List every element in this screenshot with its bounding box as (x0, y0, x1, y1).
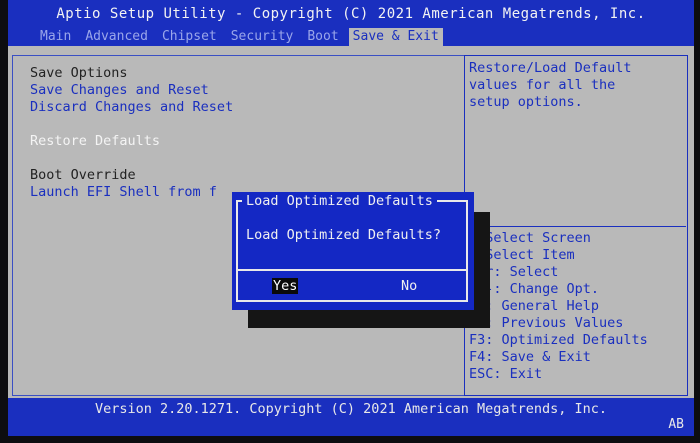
dialog-title: Load Optimized Defaults (242, 192, 437, 210)
footer-bar: Version 2.20.1271. Copyright (C) 2021 Am… (8, 398, 694, 436)
save-changes-reset-item[interactable]: Save Changes and Reset (30, 82, 209, 99)
load-defaults-dialog: Load Optimized Defaults Load Optimized D… (232, 192, 474, 310)
dialog-separator (236, 269, 468, 271)
tab-save-exit[interactable]: Save & Exit (348, 28, 443, 46)
tab-boot[interactable]: Boot (303, 28, 342, 46)
help-description: Restore/Load Default values for all the … (469, 60, 632, 110)
key-optimized-defaults: F3: Optimized Defaults (469, 332, 648, 348)
yes-button[interactable]: Yes (272, 278, 299, 294)
key-save-exit: F4: Save & Exit (469, 349, 591, 365)
boot-override-heading: Boot Override (30, 167, 136, 183)
bios-screen: Aptio Setup Utility - Copyright (C) 2021… (8, 0, 694, 436)
tab-bar: Main Advanced Chipset Security Boot Save… (36, 28, 443, 46)
tab-security[interactable]: Security (227, 28, 298, 46)
dialog-border (236, 200, 468, 302)
no-button[interactable]: No (400, 278, 418, 294)
status-indicator: AB (668, 417, 684, 432)
key-previous-values: F2: Previous Values (469, 315, 624, 331)
key-enter-select: ter: Select (469, 264, 559, 280)
key-general-help: F1: General Help (469, 298, 600, 314)
key-legend: : Select Screen : Select Item ter: Selec… (469, 230, 684, 383)
key-select-screen: : Select Screen (469, 230, 591, 246)
key-exit: ESC: Exit (469, 366, 543, 382)
tab-chipset[interactable]: Chipset (158, 28, 221, 46)
save-options-heading: Save Options (30, 65, 128, 81)
tab-advanced[interactable]: Advanced (81, 28, 152, 46)
restore-defaults-item[interactable]: Restore Defaults (30, 133, 160, 150)
help-separator (464, 226, 686, 227)
launch-efi-shell-item[interactable]: Launch EFI Shell from f (30, 184, 217, 201)
discard-changes-reset-item[interactable]: Discard Changes and Reset (30, 99, 233, 116)
app-title: Aptio Setup Utility - Copyright (C) 2021… (56, 6, 646, 22)
key-change-opt: +/-: Change Opt. (469, 281, 600, 297)
main-content: Save Options Save Changes and Reset Disc… (8, 46, 694, 398)
key-select-item: : Select Item (469, 247, 575, 263)
title-bar: Aptio Setup Utility - Copyright (C) 2021… (8, 0, 694, 46)
tab-main[interactable]: Main (36, 28, 75, 46)
dialog-message: Load Optimized Defaults? (246, 227, 442, 243)
version-text: Version 2.20.1271. Copyright (C) 2021 Am… (94, 401, 608, 417)
